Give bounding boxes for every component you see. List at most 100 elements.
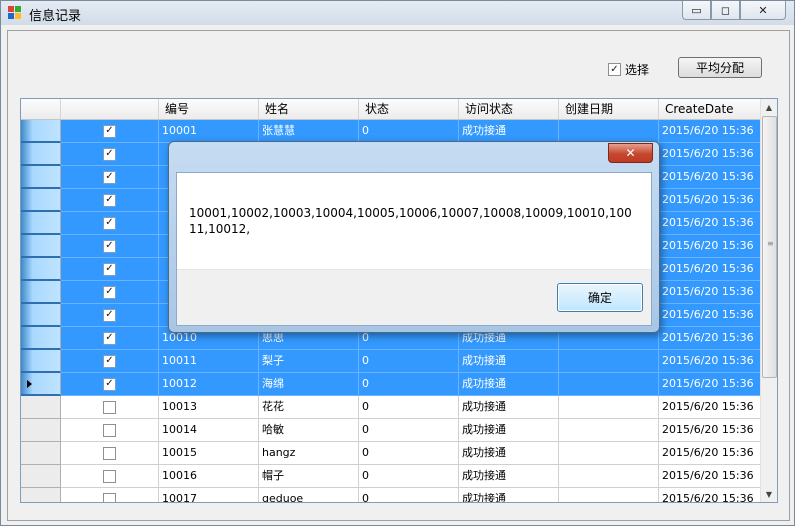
column-header-status[interactable]: 状态	[359, 99, 459, 119]
cell-status[interactable]: 0	[359, 396, 459, 419]
row-header[interactable]	[21, 212, 61, 235]
cell-create-date[interactable]: 2015/6/20 15:36	[659, 396, 762, 419]
cell-id[interactable]: 10017	[159, 488, 259, 502]
cell-create-date[interactable]: 2015/6/20 15:36	[659, 488, 762, 502]
row-header[interactable]	[21, 235, 61, 258]
cell-created-date[interactable]	[559, 396, 659, 419]
cell-create-date[interactable]: 2015/6/20 15:36	[659, 143, 762, 166]
cell-id[interactable]: 10014	[159, 419, 259, 442]
column-header-created-date[interactable]: 创建日期	[559, 99, 659, 119]
table-row[interactable]: ✓ 10012 海绵 0 成功接通 2015/6/20 15:36	[21, 373, 762, 396]
cell-create-date[interactable]: 2015/6/20 15:36	[659, 166, 762, 189]
cell-create-date[interactable]: 2015/6/20 15:36	[659, 327, 762, 350]
table-row[interactable]: ✓ 10001 张慧慧 0 成功接通 2015/6/20 15:36	[21, 120, 762, 143]
scroll-down-button[interactable]: ▼	[761, 486, 777, 502]
distribute-button[interactable]: 平均分配	[678, 57, 762, 78]
cell-created-date[interactable]	[559, 120, 659, 143]
cell-create-date[interactable]: 2015/6/20 15:36	[659, 442, 762, 465]
cell-visit-status[interactable]: 成功接通	[459, 396, 559, 419]
row-checkbox[interactable]: ✓	[103, 124, 116, 138]
cell-name[interactable]: 哈敏	[259, 419, 359, 442]
row-checkbox[interactable]	[103, 469, 116, 483]
vertical-scrollbar[interactable]: ▲ ≡ ▼	[760, 99, 777, 502]
column-header-visit-status[interactable]: 访问状态	[459, 99, 559, 119]
table-row[interactable]: 10013 花花 0 成功接通 2015/6/20 15:36	[21, 396, 762, 419]
cell-status[interactable]: 0	[359, 373, 459, 396]
cell-visit-status[interactable]: 成功接通	[459, 350, 559, 373]
close-button[interactable]: ✕	[740, 1, 786, 20]
cell-name[interactable]: geduoe	[259, 488, 359, 502]
cell-created-date[interactable]	[559, 373, 659, 396]
select-all-checkbox-group[interactable]: ✓ 选择	[608, 61, 649, 78]
cell-create-date[interactable]: 2015/6/20 15:36	[659, 350, 762, 373]
dialog-close-button[interactable]: ✕	[608, 143, 653, 163]
select-all-checkbox[interactable]: ✓	[608, 63, 621, 76]
cell-visit-status[interactable]: 成功接通	[459, 373, 559, 396]
table-row[interactable]: 10017 geduoe 0 成功接通 2015/6/20 15:36	[21, 488, 762, 502]
cell-status[interactable]: 0	[359, 120, 459, 143]
cell-id[interactable]: 10015	[159, 442, 259, 465]
cell-visit-status[interactable]: 成功接通	[459, 419, 559, 442]
row-header[interactable]	[21, 258, 61, 281]
minimize-button[interactable]: ▭	[682, 1, 711, 20]
cell-name[interactable]: 海绵	[259, 373, 359, 396]
cell-name[interactable]: hangz	[259, 442, 359, 465]
row-checkbox[interactable]: ✓	[103, 285, 116, 299]
row-header[interactable]	[21, 488, 61, 502]
cell-create-date[interactable]: 2015/6/20 15:36	[659, 465, 762, 488]
row-header[interactable]	[21, 396, 61, 419]
row-checkbox[interactable]	[103, 446, 116, 460]
cell-id[interactable]: 10011	[159, 350, 259, 373]
column-header-check[interactable]	[61, 99, 159, 119]
table-row[interactable]: 10015 hangz 0 成功接通 2015/6/20 15:36	[21, 442, 762, 465]
row-checkbox[interactable]: ✓	[103, 216, 116, 230]
row-header[interactable]	[21, 120, 61, 143]
cell-id[interactable]: 10016	[159, 465, 259, 488]
scroll-up-button[interactable]: ▲	[761, 99, 777, 115]
row-checkbox[interactable]: ✓	[103, 239, 116, 253]
cell-visit-status[interactable]: 成功接通	[459, 442, 559, 465]
cell-name[interactable]: 张慧慧	[259, 120, 359, 143]
row-checkbox[interactable]: ✓	[103, 262, 116, 276]
row-header[interactable]	[21, 327, 61, 350]
cell-visit-status[interactable]: 成功接通	[459, 465, 559, 488]
cell-id[interactable]: 10001	[159, 120, 259, 143]
cell-status[interactable]: 0	[359, 442, 459, 465]
row-checkbox[interactable]	[103, 400, 116, 414]
row-checkbox[interactable]: ✓	[103, 193, 116, 207]
row-checkbox[interactable]	[103, 492, 116, 502]
cell-status[interactable]: 0	[359, 465, 459, 488]
row-header[interactable]	[21, 304, 61, 327]
cell-created-date[interactable]	[559, 465, 659, 488]
cell-name[interactable]: 帽子	[259, 465, 359, 488]
cell-id[interactable]: 10013	[159, 396, 259, 419]
cell-visit-status[interactable]: 成功接通	[459, 120, 559, 143]
table-row[interactable]: 10014 哈敏 0 成功接通 2015/6/20 15:36	[21, 419, 762, 442]
row-header[interactable]	[21, 465, 61, 488]
cell-create-date[interactable]: 2015/6/20 15:36	[659, 258, 762, 281]
table-row[interactable]: ✓ 10011 梨子 0 成功接通 2015/6/20 15:36	[21, 350, 762, 373]
row-checkbox[interactable]	[103, 423, 116, 437]
cell-status[interactable]: 0	[359, 350, 459, 373]
maximize-button[interactable]: ◻	[711, 1, 740, 20]
scroll-thumb[interactable]: ≡	[762, 116, 777, 378]
cell-create-date[interactable]: 2015/6/20 15:36	[659, 304, 762, 327]
row-checkbox[interactable]: ✓	[103, 147, 116, 161]
ok-button[interactable]: 确定	[557, 283, 643, 312]
row-header[interactable]	[21, 350, 61, 373]
cell-create-date[interactable]: 2015/6/20 15:36	[659, 419, 762, 442]
cell-name[interactable]: 花花	[259, 396, 359, 419]
row-header[interactable]	[21, 189, 61, 212]
cell-create-date[interactable]: 2015/6/20 15:36	[659, 212, 762, 235]
cell-created-date[interactable]	[559, 350, 659, 373]
cell-created-date[interactable]	[559, 442, 659, 465]
row-checkbox[interactable]: ✓	[103, 170, 116, 184]
cell-name[interactable]: 梨子	[259, 350, 359, 373]
row-checkbox[interactable]: ✓	[103, 331, 116, 345]
column-header-name[interactable]: 姓名	[259, 99, 359, 119]
cell-status[interactable]: 0	[359, 419, 459, 442]
cell-created-date[interactable]	[559, 488, 659, 502]
row-header[interactable]	[21, 373, 61, 396]
column-header-create-date[interactable]: CreateDate	[659, 99, 762, 119]
table-row[interactable]: 10016 帽子 0 成功接通 2015/6/20 15:36	[21, 465, 762, 488]
